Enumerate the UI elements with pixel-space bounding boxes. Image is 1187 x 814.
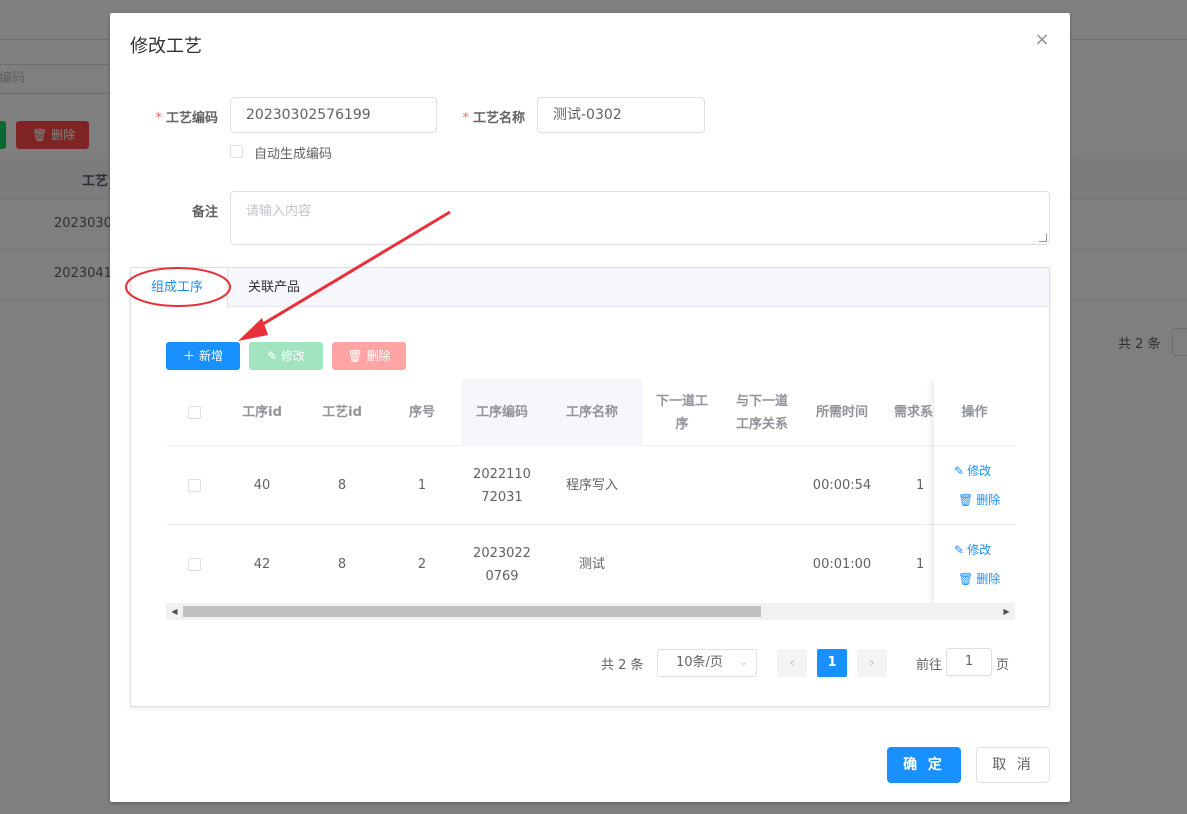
add-label: 新增 (199, 349, 224, 363)
header-process-code: 工序编码 (462, 379, 542, 446)
select-all-checkbox[interactable] (187, 406, 201, 419)
tab-related-products[interactable]: 关联产品 (228, 268, 320, 308)
page-size-select[interactable]: 10条/页 ⌄ (657, 649, 757, 677)
next-page-button[interactable]: › (857, 649, 887, 677)
craft-code-label: * 工艺编码 (155, 111, 218, 126)
cell-seq: 2 (417, 557, 427, 572)
cell-demand: 1 (916, 557, 925, 572)
cell-process-code: 2022110 72031 (462, 446, 542, 525)
edit-button[interactable]: ✎ 修改 (249, 342, 323, 370)
chevron-left-icon: ‹ (789, 655, 795, 671)
process-tabs: 组成工序 关联产品 ＋新增 ✎ 修改 🗑 删除 工序id 工艺id 序号 工序编码 … (130, 267, 1050, 707)
header-next-process: 下一道工序 (655, 393, 708, 432)
header-process-name: 工序名称 (542, 379, 642, 446)
page-number-current[interactable]: 1 (817, 649, 847, 677)
cell-process-code-line: 2022110 (473, 466, 531, 482)
header-seq: 序号 (408, 405, 435, 420)
header-demand: 需求系 (894, 405, 934, 420)
pagination-total: 共 2 条 (601, 658, 644, 673)
header-next-relation: 与下一道工序关系 (735, 393, 788, 432)
cell-required-time: 00:00:54 (812, 478, 872, 493)
cell-process-code-line: 2023022 (473, 545, 531, 561)
row-edit-link[interactable]: ✎ 修改 (954, 541, 991, 558)
auto-code-label: 自动生成编码 (254, 147, 333, 162)
select-all-cell (166, 379, 222, 446)
edit-label: 修改 (281, 349, 306, 363)
cell-demand: 1 (916, 478, 925, 493)
header-operations: 操作 (934, 379, 1015, 446)
table-row[interactable]: 42 8 2 2023022 0769 测试 00:01:00 1 (166, 525, 1015, 604)
trash-icon: 🗑 (347, 349, 363, 363)
plus-icon: ＋ (182, 349, 195, 363)
cell-process-id: 40 (253, 478, 271, 493)
page-size-value: 10条/页 (676, 655, 723, 670)
tab-process-composition[interactable]: 组成工序 (131, 268, 228, 308)
dialog-title: 修改工艺 (130, 36, 202, 57)
prev-page-button[interactable]: ‹ (777, 649, 807, 677)
header-craft-id: 工艺id (322, 405, 362, 420)
delete-button[interactable]: 🗑 删除 (332, 342, 406, 370)
cell-process-code: 2023022 0769 (462, 525, 542, 604)
edit-icon: ✎ (954, 464, 965, 478)
craft-name-input[interactable]: 测试-0302 (537, 97, 705, 133)
cell-seq: 1 (417, 478, 427, 493)
trash-icon: 🗑 (958, 572, 974, 586)
cell-process-name: 测试 (578, 557, 605, 572)
header-process-id: 工序id (242, 405, 282, 420)
cell-craft-id: 8 (337, 478, 347, 493)
chevron-right-icon: › (869, 655, 875, 671)
header-required-time: 所需时间 (815, 405, 868, 420)
scroll-left-arrow-icon[interactable]: ◀ (166, 603, 183, 620)
remark-textarea[interactable]: 请输入内容 (230, 191, 1050, 245)
operations-fixed-column: 操作 ✎ 修改 🗑 删除 ✎ 修改 🗑 删除 (934, 379, 1015, 604)
edit-craft-dialog: 修改工艺 × * 工艺编码 20230302576199 * 工艺名称 测试-030… (110, 13, 1070, 802)
row-select-cell (166, 525, 222, 604)
cell-process-id: 42 (253, 557, 271, 572)
craft-name-label: * 工艺名称 (462, 111, 525, 126)
cancel-button[interactable]: 取 消 (976, 747, 1050, 783)
resize-handle-icon[interactable] (1039, 234, 1047, 242)
trash-icon: 🗑 (958, 493, 974, 507)
cell-process-code-line: 0769 (485, 568, 519, 584)
scrollbar-thumb[interactable] (183, 606, 761, 617)
page-suffix: 页 (996, 658, 1010, 673)
confirm-button[interactable]: 确 定 (887, 747, 961, 783)
cell-process-code-line: 72031 (481, 489, 523, 505)
row-delete-link[interactable]: 🗑 删除 (958, 491, 1000, 508)
scroll-right-arrow-icon[interactable]: ▶ (998, 603, 1015, 620)
add-button[interactable]: ＋ 新增 (166, 342, 240, 370)
operations-cell: ✎ 修改 🗑 删除 (934, 525, 1015, 604)
row-delete-link[interactable]: 🗑 删除 (958, 570, 1000, 587)
operations-cell: ✎ 修改 🗑 删除 (934, 446, 1015, 525)
remark-placeholder: 请输入内容 (246, 204, 312, 219)
craft-code-input[interactable]: 20230302576199 (230, 97, 437, 133)
cell-required-time: 00:01:00 (812, 557, 872, 572)
edit-icon: ✎ (266, 349, 278, 363)
row-checkbox[interactable] (187, 479, 201, 492)
auto-code-checkbox[interactable] (230, 145, 243, 158)
cell-process-name: 程序写入 (565, 478, 618, 493)
horizontal-scrollbar[interactable]: ◀ ▶ (166, 603, 1015, 620)
process-table: 工序id 工艺id 序号 工序编码 工序名称 下一道工序 与下一道工序关系 所需… (166, 379, 1015, 620)
chevron-down-icon: ⌄ (739, 657, 748, 668)
edit-icon: ✎ (954, 543, 965, 557)
row-edit-link[interactable]: ✎ 修改 (954, 462, 991, 479)
goto-label: 前往 (916, 658, 943, 673)
close-icon[interactable]: × (1034, 31, 1050, 49)
cell-craft-id: 8 (337, 557, 347, 572)
remark-label: 备注 (191, 205, 218, 220)
table-header: 工序id 工艺id 序号 工序编码 工序名称 下一道工序 与下一道工序关系 所需… (166, 379, 1015, 446)
row-checkbox[interactable] (187, 558, 201, 571)
delete-label: 删除 (366, 349, 391, 363)
row-select-cell (166, 446, 222, 525)
goto-page-input[interactable]: 1 (946, 648, 992, 676)
table-row[interactable]: 40 8 1 2022110 72031 程序写入 00:00:54 1 (166, 446, 1015, 525)
